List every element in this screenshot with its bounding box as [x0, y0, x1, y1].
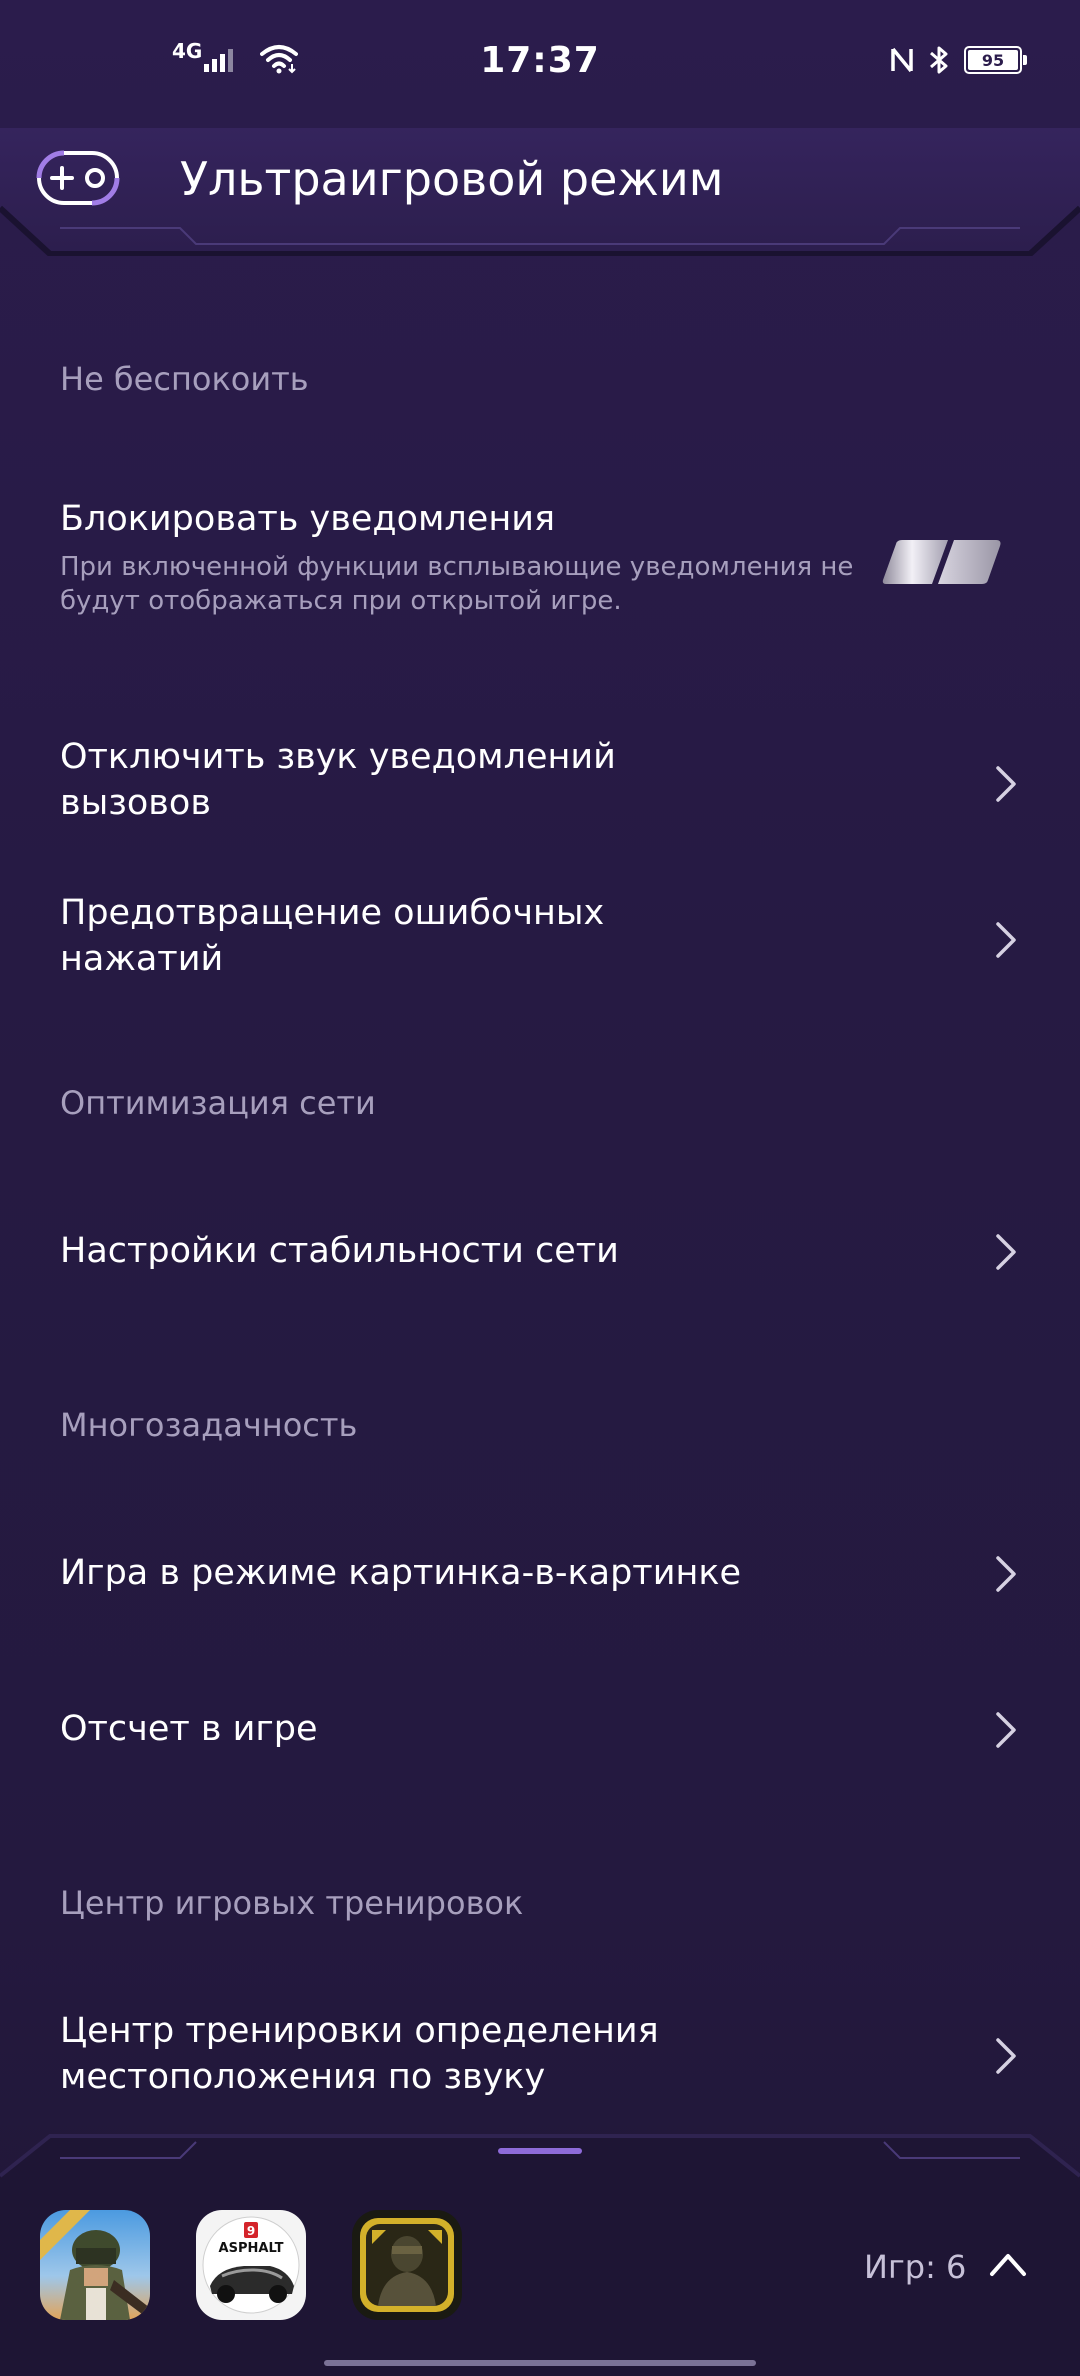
- asphalt-icon[interactable]: 9 ASPHALT: [196, 2210, 306, 2320]
- row-title: Блокировать уведомления: [60, 499, 556, 539]
- block-notifications-toggle[interactable]: [880, 536, 1004, 588]
- chevron-right-icon: [996, 2038, 1016, 2074]
- row-mute-call-notifications[interactable]: Отключить звук уведомлений вызовов: [0, 722, 1080, 842]
- row-sound-location-training[interactable]: Центр тренировки определения местоположе…: [0, 1988, 1080, 2118]
- chevron-right-icon: [996, 1556, 1016, 1592]
- page-title: Ультраигровой режим: [180, 152, 724, 206]
- bluetooth-icon: [930, 46, 948, 74]
- drag-handle[interactable]: [498, 2148, 582, 2154]
- games-tray[interactable]: 9 ASPHALT Игр: 6: [0, 2130, 1080, 2376]
- chevron-right-icon: [996, 1234, 1016, 1270]
- section-header-training-center: Центр игровых тренировок: [60, 1884, 524, 1922]
- battery-icon: 95: [964, 46, 1027, 74]
- row-prevent-accidental-taps[interactable]: Предотвращение ошибочных нажатий: [0, 878, 1080, 998]
- header: Ультраигровой режим: [0, 128, 1080, 256]
- row-network-stability-settings[interactable]: Настройки стабильности сети: [0, 1196, 1080, 1306]
- row-picture-in-picture-game[interactable]: Игра в режиме картинка-в-картинке: [0, 1518, 1080, 1628]
- chevron-right-icon: [996, 1712, 1016, 1748]
- games-count: Игр: 6: [864, 2248, 967, 2286]
- section-header-multitasking: Многозадачность: [60, 1406, 358, 1444]
- home-indicator[interactable]: [324, 2360, 756, 2366]
- asphalt-badge: 9: [247, 2224, 255, 2238]
- call-of-duty-icon[interactable]: [352, 2210, 462, 2320]
- row-title: Настройки стабильности сети: [60, 1231, 619, 1271]
- game-mode-settings-screen: 4G 17:37 95 Ультраигровой режим Не беспо…: [0, 0, 1080, 2376]
- asphalt-label: ASPHALT: [219, 2241, 284, 2256]
- row-block-notifications[interactable]: Блокировать уведомления При включенной ф…: [0, 496, 1080, 646]
- pubg-icon[interactable]: [40, 2210, 150, 2320]
- row-title: Предотвращение ошибочных нажатий: [60, 893, 605, 979]
- chevron-right-icon: [996, 766, 1016, 802]
- section-header-network-optimization: Оптимизация сети: [60, 1084, 376, 1122]
- gamepad-icon[interactable]: [36, 150, 120, 206]
- section-header-do-not-disturb: Не беспокоить: [60, 360, 309, 398]
- row-description: При включенной функции всплывающие уведо…: [60, 552, 854, 616]
- status-right: 95: [890, 44, 1027, 76]
- row-title: Отключить звук уведомлений вызовов: [60, 737, 616, 823]
- row-title: Игра в режиме картинка-в-картинке: [60, 1553, 741, 1593]
- row-in-game-countdown[interactable]: Отсчет в игре: [0, 1674, 1080, 1784]
- status-bar: 4G 17:37 95: [0, 0, 1080, 128]
- nfc-icon: [891, 47, 913, 73]
- row-title: Центр тренировки определения местоположе…: [60, 2011, 659, 2097]
- chevron-up-icon[interactable]: [988, 2250, 1028, 2278]
- chevron-right-icon: [996, 922, 1016, 958]
- row-title: Отсчет в игре: [60, 1709, 318, 1749]
- battery-percent: 95: [981, 50, 1005, 70]
